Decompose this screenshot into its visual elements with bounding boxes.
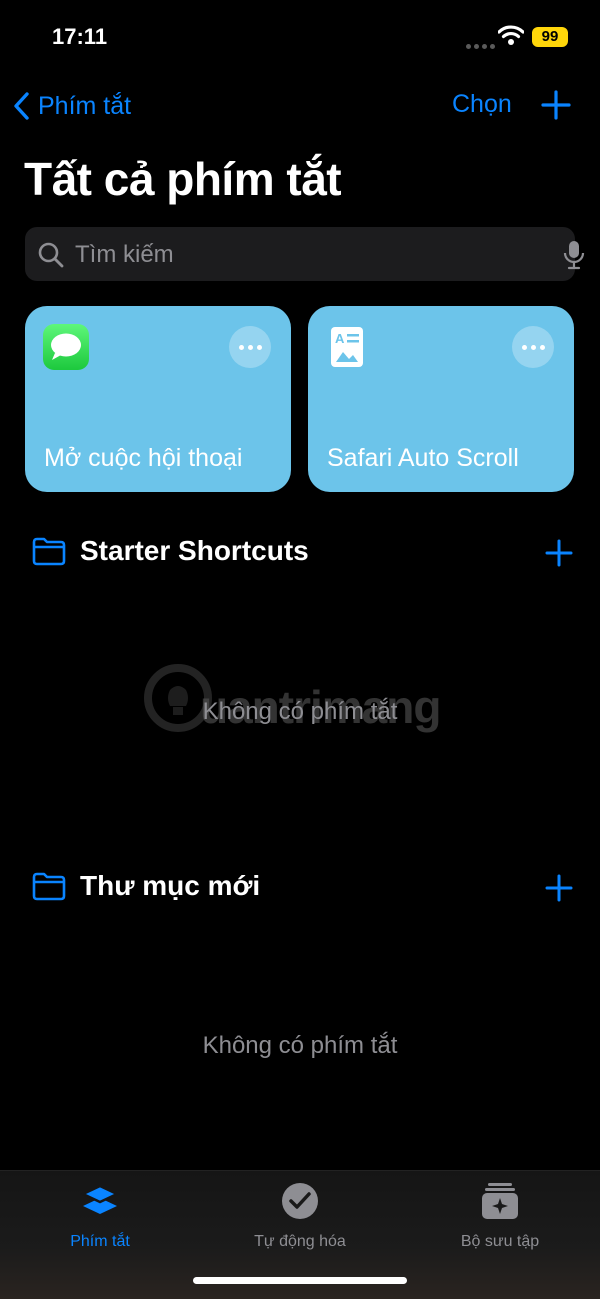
shortcut-label: Mở cuộc hội thoại	[44, 444, 243, 472]
empty-folder-text: Không có phím tắt	[202, 1032, 398, 1059]
select-button[interactable]: Chọn	[452, 90, 512, 119]
tab-label: Phím tắt	[70, 1233, 130, 1250]
chevron-left-icon	[14, 92, 29, 120]
back-label: Phím tắt	[38, 91, 132, 120]
page-title: Tất cả phím tắt	[24, 153, 342, 205]
gallery-icon	[400, 1179, 600, 1223]
battery-indicator: 99	[532, 27, 568, 47]
svg-text:A: A	[335, 331, 345, 346]
more-options-button[interactable]	[512, 326, 554, 368]
add-shortcut-button[interactable]	[540, 89, 572, 126]
plus-icon	[541, 90, 571, 120]
document-icon: A	[330, 326, 364, 373]
shortcut-card[interactable]: A Safari Auto Scroll	[308, 306, 574, 492]
back-button[interactable]: Phím tắt	[12, 88, 131, 124]
plus-icon	[545, 539, 573, 567]
wifi-icon	[497, 24, 525, 51]
search-icon	[38, 242, 64, 268]
empty-folder-text: Không có phím tắt	[202, 698, 398, 725]
layers-icon	[0, 1179, 200, 1223]
microphone-icon[interactable]	[563, 240, 585, 270]
folder-icon	[32, 871, 66, 906]
add-to-folder-button[interactable]	[544, 538, 574, 573]
tab-gallery[interactable]: Bộ sưu tập	[400, 1179, 600, 1251]
tab-label: Bộ sưu tập	[460, 1233, 540, 1250]
more-options-button[interactable]	[229, 326, 271, 368]
folder-icon	[32, 536, 66, 571]
shortcut-card[interactable]: Mở cuộc hội thoại	[25, 306, 291, 492]
folder-title[interactable]: Starter Shortcuts	[80, 535, 309, 567]
shortcut-label: Safari Auto Scroll	[327, 444, 519, 472]
search-input[interactable]	[73, 235, 517, 275]
folder-title[interactable]: Thư mục mới	[80, 870, 260, 902]
cellular-signal-icon	[466, 36, 498, 54]
clock-check-icon	[200, 1179, 400, 1223]
messages-icon	[43, 324, 89, 370]
search-bar[interactable]	[25, 227, 585, 281]
tab-automation[interactable]: Tự động hóa	[200, 1179, 400, 1251]
tab-shortcuts[interactable]: Phím tắt	[0, 1179, 200, 1251]
home-indicator	[193, 1277, 407, 1284]
add-to-folder-button[interactable]	[544, 873, 574, 908]
plus-icon	[545, 874, 573, 902]
tab-label: Tự động hóa	[254, 1233, 346, 1250]
status-time: 17:11	[52, 24, 108, 49]
